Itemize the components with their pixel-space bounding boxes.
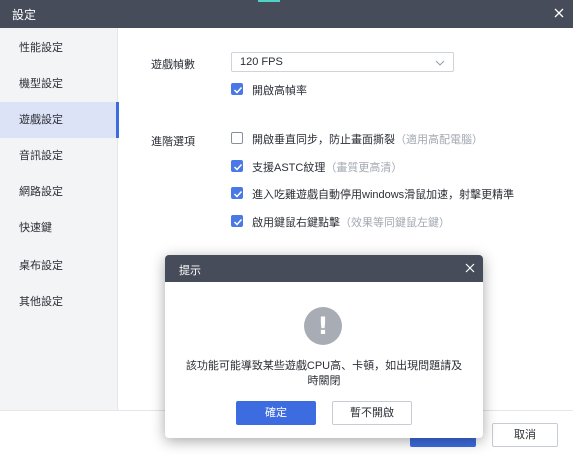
sidebar-item-shortcuts[interactable]: 快速鍵	[0, 210, 118, 246]
dialog-message: 該功能可能導致某些遊戲CPU高、卡頓，如出現問題請及時關閉	[185, 360, 463, 387]
close-icon[interactable]	[551, 5, 567, 21]
sidebar-item-game[interactable]: 遊戲設定	[0, 102, 119, 138]
chevron-down-icon	[435, 58, 445, 66]
astc-hint: （畫質更高清）	[325, 162, 403, 174]
settings-window: 設定 性能設定 機型設定 遊戲設定 音訊設定 網路設定 快速鍵 桌布設定 其他設…	[0, 0, 573, 457]
sidebar-item-device-model[interactable]: 機型設定	[0, 66, 118, 102]
right-click-text: 啟用鍵鼠右鍵點擊（效果等同鍵鼠左鍵）	[252, 214, 450, 230]
confirm-button[interactable]: 確定	[236, 401, 316, 425]
fps-label: 遊戲幀數	[151, 59, 195, 71]
window-title: 設定	[12, 8, 37, 22]
advanced-options-label: 進階選項	[151, 136, 195, 148]
dialog-title: 提示	[179, 265, 201, 277]
right-click-checkbox[interactable]	[231, 215, 243, 227]
prompt-dialog: 提示 ! 該功能可能導致某些遊戲CPU高、卡頓，如出現問題請及時關閉 確定 暫不…	[165, 255, 483, 438]
title-bar: 設定	[0, 0, 573, 28]
dialog-close-icon[interactable]	[464, 262, 476, 274]
vsync-text: 開啟垂直同步，防止畫面撕裂（適用高配電腦）	[252, 131, 483, 147]
title-accent	[258, 0, 280, 2]
vsync-checkbox[interactable]	[231, 132, 243, 144]
vsync-hint: （適用高配電腦）	[395, 134, 483, 146]
right-click-label: 啟用鍵鼠右鍵點擊	[252, 217, 340, 229]
sidebar-item-audio[interactable]: 音訊設定	[0, 138, 118, 174]
mouse-accel-checkbox[interactable]	[231, 187, 243, 199]
sidebar-item-other[interactable]: 其他設定	[0, 284, 118, 320]
mouse-accel-label: 進入吃雞遊戲自動停用windows滑鼠加速，射擊更精準	[252, 189, 515, 201]
cancel-button[interactable]: 取消	[492, 423, 558, 447]
fps-select[interactable]: 120 FPS	[231, 52, 454, 72]
sidebar-item-network[interactable]: 網路設定	[0, 174, 118, 210]
sidebar-item-wallpaper[interactable]: 桌布設定	[0, 248, 118, 284]
astc-text: 支援ASTC紋理（畫質更高清）	[252, 159, 402, 175]
sidebar-item-performance[interactable]: 性能設定	[0, 30, 118, 66]
vsync-label: 開啟垂直同步，防止畫面撕裂	[252, 134, 395, 146]
dialog-header: 提示	[165, 255, 483, 282]
settings-sidebar: 性能設定 機型設定 遊戲設定 音訊設定 網路設定 快速鍵 桌布設定 其他設定	[0, 28, 119, 410]
right-click-hint: （效果等同鍵鼠左鍵）	[340, 217, 450, 229]
astc-label: 支援ASTC紋理	[252, 162, 326, 174]
decline-button[interactable]: 暫不開啟	[332, 401, 412, 425]
high-fps-checkbox[interactable]	[231, 83, 243, 95]
high-fps-label: 開啟高幀率	[252, 85, 307, 97]
fps-select-value: 120 FPS	[240, 56, 283, 68]
exclamation-icon: !	[304, 307, 342, 345]
astc-checkbox[interactable]	[231, 160, 243, 172]
